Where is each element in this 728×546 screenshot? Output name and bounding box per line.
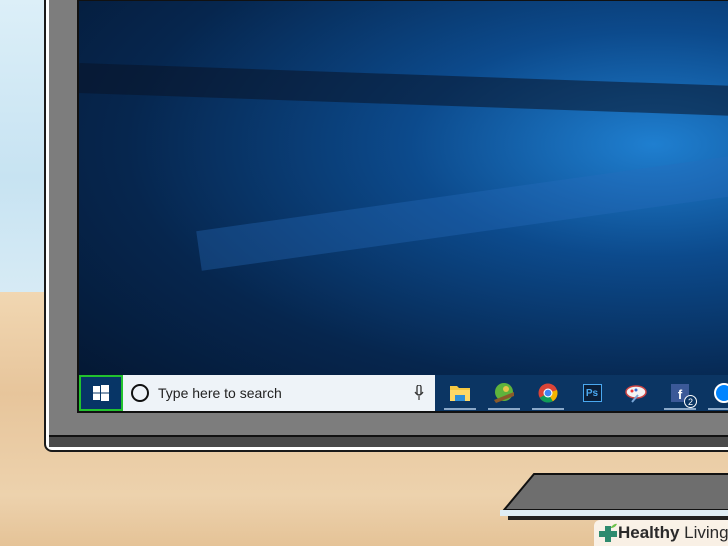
photoshop-icon: Ps xyxy=(582,384,602,402)
watermark-word-healthy: Healthy xyxy=(618,523,680,542)
taskbar-app-messenger[interactable] xyxy=(702,375,728,411)
monitor-stand xyxy=(500,473,728,520)
taskbar-app-photoshop[interactable]: Ps xyxy=(570,375,614,411)
watermark-word-living: Living xyxy=(684,523,728,542)
running-indicator xyxy=(664,408,696,410)
facebook-label: f xyxy=(677,387,683,402)
plus-leaf-logo-icon xyxy=(599,523,617,542)
monitor-bezel-bottom xyxy=(49,435,728,447)
taskbar-app-paint[interactable] xyxy=(614,375,658,411)
running-indicator xyxy=(532,408,564,410)
search-box[interactable]: Type here to search xyxy=(123,375,435,411)
microphone-icon[interactable] xyxy=(413,385,425,401)
taskbar-app-game[interactable] xyxy=(482,375,526,411)
taskbar-app-facebook[interactable]: f 2 xyxy=(658,375,702,411)
running-indicator xyxy=(708,408,728,410)
folder-icon xyxy=(450,386,470,401)
running-indicator xyxy=(488,408,520,410)
taskbar-app-file-explorer[interactable] xyxy=(438,375,482,411)
running-indicator xyxy=(444,408,476,410)
messenger-icon xyxy=(714,383,728,403)
wallpaper-light-beam xyxy=(196,147,728,271)
windows-logo-icon xyxy=(93,385,109,401)
paint-icon xyxy=(625,385,647,403)
game-icon xyxy=(494,383,514,403)
cortana-circle-icon xyxy=(131,384,149,402)
notification-badge: 2 xyxy=(684,395,697,408)
search-placeholder: Type here to search xyxy=(158,385,282,401)
wallpaper-light-beam xyxy=(79,63,728,119)
start-button[interactable] xyxy=(79,375,123,411)
taskbar: Type here to search Ps f 2 xyxy=(79,375,728,411)
healthy-living-watermark: Healthy Living xyxy=(594,520,728,546)
monitor: Type here to search Ps f 2 xyxy=(44,0,728,452)
photoshop-label: Ps xyxy=(585,387,599,399)
taskbar-app-chrome[interactable] xyxy=(526,375,570,411)
desktop-screen: Type here to search Ps f 2 xyxy=(77,0,728,413)
chrome-icon xyxy=(538,383,558,403)
facebook-icon: f 2 xyxy=(671,384,697,408)
